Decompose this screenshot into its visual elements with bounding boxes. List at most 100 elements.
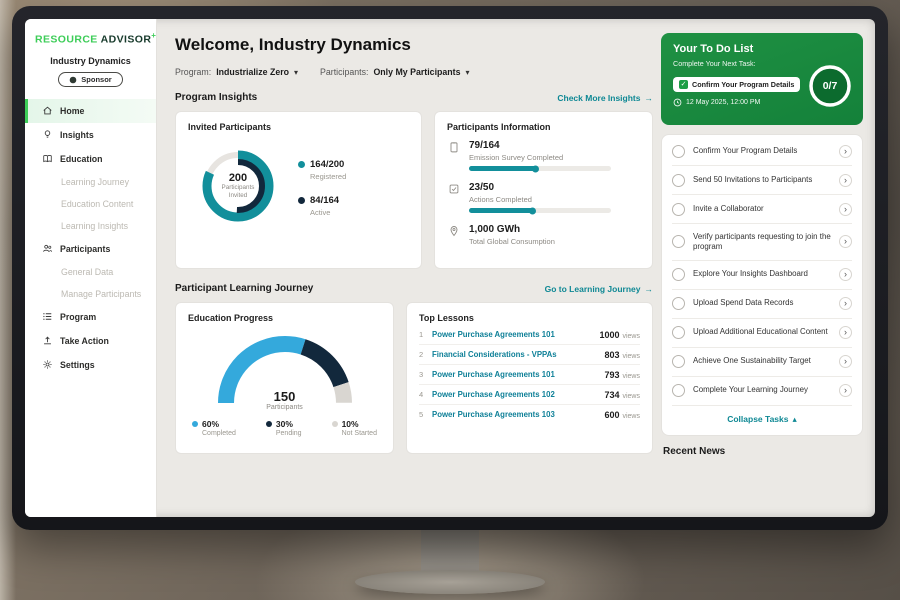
dashboard-screen: RESOURCE ADVISOR+ Industry Dynamics Spon… <box>25 19 875 517</box>
invited-participants-card: Invited Participants 200 Participants In… <box>175 111 422 269</box>
legend-label: Registered <box>310 172 346 181</box>
checked-checkbox-icon: ✓ <box>679 80 688 89</box>
chevron-up-icon: ▴ <box>792 414 796 425</box>
chevron-right-icon[interactable]: › <box>839 355 852 368</box>
lesson-views: 803 <box>604 350 619 360</box>
sidebar-item-general-data[interactable]: General Data <box>25 261 156 283</box>
sidebar-item-label: Education Content <box>61 199 133 209</box>
actions-completed-row: 23/50 Actions Completed <box>447 182 640 213</box>
collapse-tasks-link[interactable]: Collapse Tasks ▴ <box>672 406 852 433</box>
sponsor-badge[interactable]: Sponsor <box>58 72 122 87</box>
task-checkbox[interactable] <box>672 355 685 368</box>
sidebar-item-home[interactable]: Home <box>25 99 156 123</box>
program-filter-dropdown[interactable]: Program: Industrialize Zero ▾ <box>175 67 298 77</box>
home-icon <box>41 105 53 116</box>
task-label: Complete Your Learning Journey <box>693 385 831 395</box>
task-checkbox[interactable] <box>672 174 685 187</box>
task-row[interactable]: Complete Your Learning Journey › <box>672 377 852 406</box>
todo-progress-ring: 0/7 <box>807 63 853 109</box>
sidebar-item-insights[interactable]: Insights <box>25 123 156 147</box>
lesson-link[interactable]: Financial Considerations - VPPAs <box>432 350 557 359</box>
lesson-link[interactable]: Power Purchase Agreements 101 <box>432 330 555 339</box>
lesson-link[interactable]: Power Purchase Agreements 102 <box>432 390 555 399</box>
task-checkbox[interactable] <box>672 203 685 216</box>
chevron-right-icon[interactable]: › <box>839 297 852 310</box>
legend-value: 164/200 <box>310 159 344 170</box>
gray-dot-icon <box>332 421 338 427</box>
chevron-right-icon[interactable]: › <box>839 384 852 397</box>
legend-label: Pending <box>276 430 302 437</box>
clock-icon <box>673 98 682 107</box>
task-row[interactable]: Upload Spend Data Records › <box>672 290 852 319</box>
blue-dot-icon <box>192 421 198 427</box>
sidebar-item-label: Education <box>60 154 103 164</box>
collapse-label: Collapse Tasks <box>727 414 788 424</box>
chevron-right-icon[interactable]: › <box>839 174 852 187</box>
sidebar-item-participants[interactable]: Participants <box>25 237 156 261</box>
lesson-rank: 5 <box>419 410 432 419</box>
organization-name: Industry Dynamics <box>25 56 156 66</box>
learning-journey-title: Participant Learning Journey <box>175 283 313 294</box>
task-row[interactable]: Achieve One Sustainability Target › <box>672 348 852 377</box>
sidebar-item-settings[interactable]: Settings <box>25 353 156 377</box>
task-row[interactable]: Verify participants requesting to join t… <box>672 224 852 261</box>
participants-information-card: Participants Information 79/164 Emission… <box>434 111 653 269</box>
legend-value: 10% <box>342 419 359 429</box>
sidebar-item-learning-insights[interactable]: Learning Insights <box>25 215 156 237</box>
recent-news-heading: Recent News <box>661 446 863 457</box>
lesson-views: 734 <box>604 390 619 400</box>
page-title: Welcome, Industry Dynamics <box>175 35 653 55</box>
go-to-learning-journey-link[interactable]: Go to Learning Journey → <box>545 284 653 294</box>
chevron-right-icon[interactable]: › <box>839 203 852 216</box>
task-checkbox[interactable] <box>672 268 685 281</box>
lesson-link[interactable]: Power Purchase Agreements 103 <box>432 410 555 419</box>
chevron-right-icon[interactable]: › <box>839 326 852 339</box>
chevron-right-icon[interactable]: › <box>839 235 852 248</box>
task-row[interactable]: Invite a Collaborator › <box>672 195 852 224</box>
lesson-link[interactable]: Power Purchase Agreements 101 <box>432 370 555 379</box>
legend-not-started: 10% Not Started <box>332 419 377 437</box>
donut-center-label: Participants Invited <box>216 184 260 200</box>
list-icon <box>41 311 53 322</box>
task-label: Achieve One Sustainability Target <box>693 356 831 366</box>
lesson-rank: 4 <box>419 390 432 399</box>
lesson-views: 600 <box>604 410 619 420</box>
task-checkbox[interactable] <box>672 145 685 158</box>
metric-value: 79/164 <box>469 140 611 151</box>
legend-completed: 60% Completed <box>192 419 236 437</box>
monitor-stand-base <box>355 570 545 594</box>
metric-label: Emission Survey Completed <box>469 153 611 162</box>
lesson-row: 3 Power Purchase Agreements 101 793views <box>419 365 640 385</box>
views-label: views <box>622 413 640 420</box>
task-row[interactable]: Send 50 Invitations to Participants › <box>672 166 852 195</box>
arrow-right-icon: → <box>645 284 654 294</box>
task-checkbox[interactable] <box>672 326 685 339</box>
sidebar-item-manage-participants[interactable]: Manage Participants <box>25 283 156 305</box>
sidebar-item-label: Settings <box>60 360 95 370</box>
map-pin-icon <box>447 224 460 250</box>
people-icon <box>41 243 53 254</box>
sidebar-item-education-content[interactable]: Education Content <box>25 193 156 215</box>
next-task-label: Confirm Your Program Details <box>692 80 794 89</box>
next-task-chip[interactable]: ✓ Confirm Your Program Details <box>673 77 800 92</box>
sidebar-item-learning-journey[interactable]: Learning Journey <box>25 171 156 193</box>
task-row[interactable]: Confirm Your Program Details › <box>672 137 852 166</box>
task-label: Upload Additional Educational Content <box>693 327 831 337</box>
task-label: Send 50 Invitations to Participants <box>693 175 831 185</box>
consumption-row: 1,000 GWh Total Global Consumption <box>447 224 640 250</box>
link-label: Check More Insights <box>557 93 640 103</box>
participants-filter-dropdown[interactable]: Participants: Only My Participants ▾ <box>320 67 469 77</box>
task-checkbox[interactable] <box>672 235 685 248</box>
sidebar-item-take-action[interactable]: Take Action <box>25 329 156 353</box>
chevron-right-icon[interactable]: › <box>839 145 852 158</box>
task-checkbox[interactable] <box>672 297 685 310</box>
task-row[interactable]: Upload Additional Educational Content › <box>672 319 852 348</box>
check-more-insights-link[interactable]: Check More Insights → <box>557 93 653 103</box>
program-filter-value: Industrialize Zero <box>216 67 289 77</box>
sidebar-item-program[interactable]: Program <box>25 305 156 329</box>
task-checkbox[interactable] <box>672 384 685 397</box>
task-row[interactable]: Explore Your Insights Dashboard › <box>672 261 852 290</box>
views-label: views <box>622 373 640 380</box>
chevron-right-icon[interactable]: › <box>839 268 852 281</box>
sidebar-item-education[interactable]: Education <box>25 147 156 171</box>
